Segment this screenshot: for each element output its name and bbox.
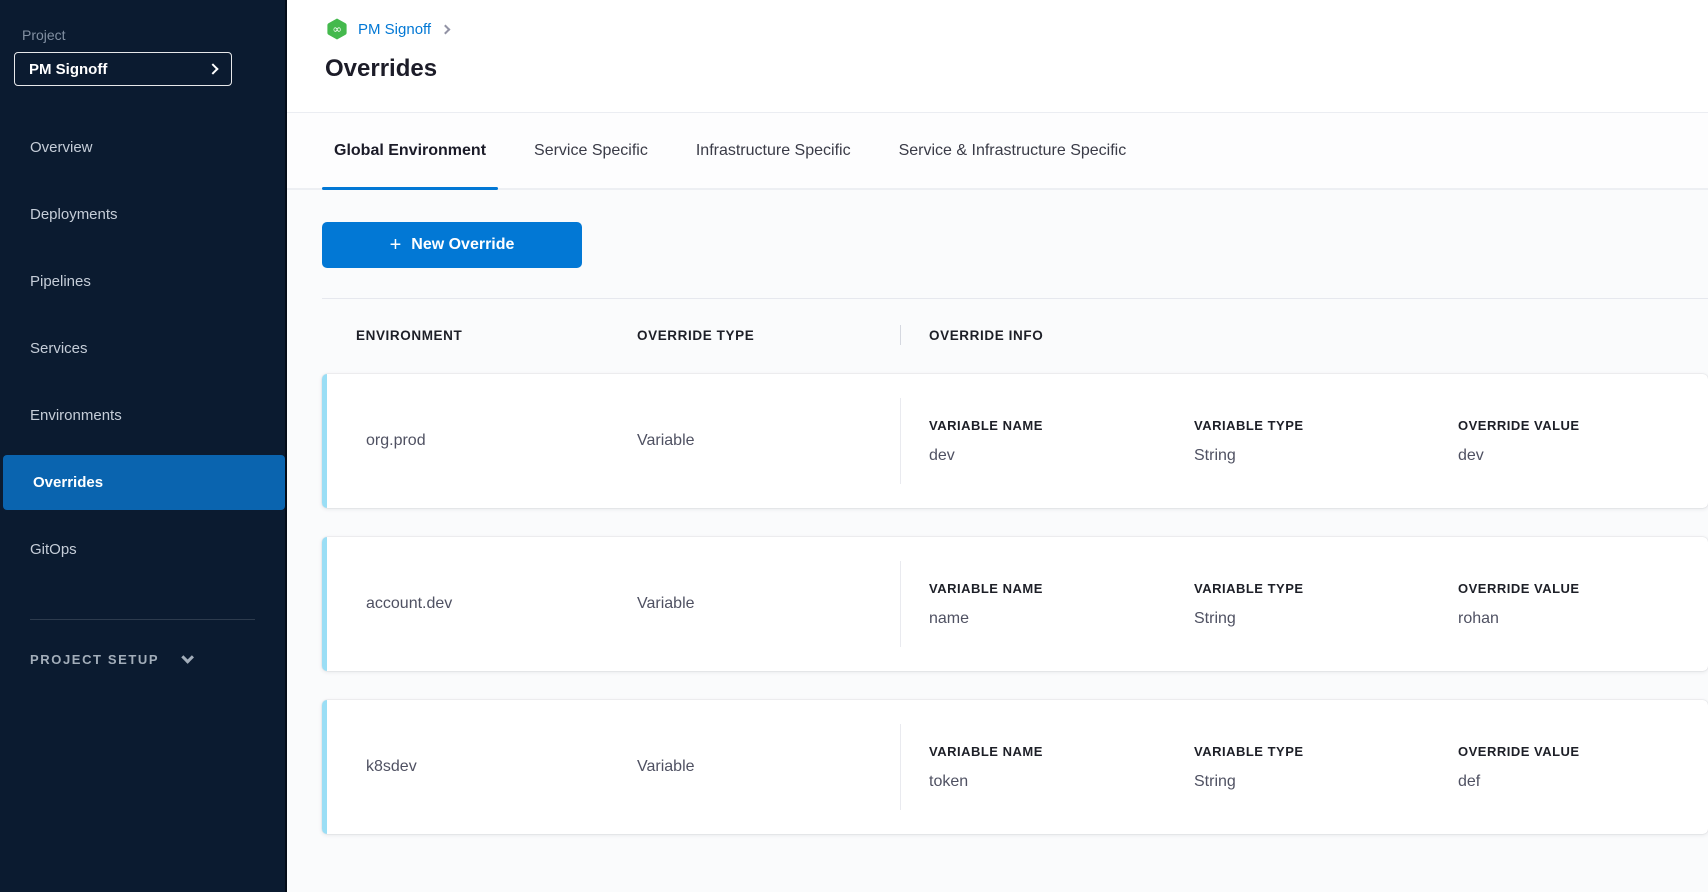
project-scope-label: Project [22, 27, 285, 43]
override-type-cell: Variable [637, 374, 900, 508]
app-window: Project PM Signoff Overview Deployments … [0, 0, 1708, 892]
sidebar-divider [30, 619, 255, 620]
sidebar-item-label: Overrides [33, 474, 103, 491]
sidebar-item-label: Services [30, 340, 88, 357]
column-header-override-type: OVERRIDE TYPE [637, 328, 900, 343]
cd-module-icon: ∞ [325, 17, 349, 41]
variable-name-label: VARIABLE NAME [929, 418, 1194, 433]
variable-type-cell: VARIABLE TYPE String [1194, 418, 1458, 465]
override-value-label: OVERRIDE VALUE [1458, 418, 1708, 433]
page-title: Overrides [325, 55, 1708, 83]
override-row[interactable]: k8sdev Variable VARIABLE NAME token VARI… [322, 700, 1708, 834]
svg-text:∞: ∞ [332, 22, 342, 36]
environment-cell: k8sdev [322, 700, 637, 834]
main-area: ∞ PM Signoff Overrides Global Environmen… [287, 0, 1708, 892]
environment-cell: org.prod [322, 374, 637, 508]
override-value-value: def [1458, 773, 1708, 791]
override-value-label: OVERRIDE VALUE [1458, 581, 1708, 596]
variable-type-value: String [1194, 773, 1458, 791]
tab-service-and-infrastructure-specific[interactable]: Service & Infrastructure Specific [887, 113, 1139, 188]
variable-type-cell: VARIABLE TYPE String [1194, 581, 1458, 628]
override-value-label: OVERRIDE VALUE [1458, 744, 1708, 759]
override-type-cell: Variable [637, 537, 900, 671]
project-sidebar: Project PM Signoff Overview Deployments … [0, 0, 287, 892]
sidebar-item-label: Pipelines [30, 273, 91, 290]
new-override-button[interactable]: + New Override [322, 222, 582, 268]
variable-name-label: VARIABLE NAME [929, 744, 1194, 759]
override-scope-tabs: Global Environment Service Specific Infr… [287, 113, 1708, 190]
project-setup-label: PROJECT SETUP [30, 652, 159, 667]
sidebar-nav: Overview Deployments Pipelines Services … [0, 120, 285, 577]
project-selector[interactable]: PM Signoff [14, 52, 232, 86]
plus-icon: + [390, 235, 402, 255]
tab-service-specific[interactable]: Service Specific [522, 113, 660, 188]
sidebar-item-services[interactable]: Services [0, 321, 285, 376]
sidebar-item-label: Deployments [30, 206, 118, 223]
override-row[interactable]: org.prod Variable VARIABLE NAME dev VARI… [322, 374, 1708, 508]
override-value-cell: OVERRIDE VALUE dev [1458, 418, 1708, 465]
tab-infrastructure-specific[interactable]: Infrastructure Specific [684, 113, 863, 188]
variable-name-value: token [929, 773, 1194, 791]
breadcrumb-project-link[interactable]: PM Signoff [358, 21, 431, 38]
sidebar-item-environments[interactable]: Environments [0, 388, 285, 443]
override-info-group: VARIABLE NAME dev VARIABLE TYPE String O… [900, 398, 1708, 484]
column-header-environment: ENVIRONMENT [322, 328, 637, 343]
variable-type-value: String [1194, 447, 1458, 465]
project-setup-toggle[interactable]: PROJECT SETUP [30, 652, 285, 667]
variable-name-value: name [929, 610, 1194, 628]
override-value-cell: OVERRIDE VALUE def [1458, 744, 1708, 791]
sidebar-item-overview[interactable]: Overview [0, 120, 285, 175]
content-divider [322, 298, 1708, 299]
sidebar-item-deployments[interactable]: Deployments [0, 187, 285, 242]
sidebar-item-label: Environments [30, 407, 122, 424]
project-selector-value: PM Signoff [29, 61, 107, 78]
variable-type-cell: VARIABLE TYPE String [1194, 744, 1458, 791]
overrides-table-header: ENVIRONMENT OVERRIDE TYPE OVERRIDE INFO [322, 325, 1708, 345]
variable-name-cell: VARIABLE NAME name [929, 581, 1194, 628]
overrides-content: + New Override ENVIRONMENT OVERRIDE TYPE… [287, 190, 1708, 892]
variable-name-label: VARIABLE NAME [929, 581, 1194, 596]
variable-type-value: String [1194, 610, 1458, 628]
sidebar-item-label: GitOps [30, 541, 77, 558]
variable-name-cell: VARIABLE NAME token [929, 744, 1194, 791]
sidebar-item-pipelines[interactable]: Pipelines [0, 254, 285, 309]
page-header: ∞ PM Signoff Overrides [287, 0, 1708, 113]
sidebar-item-label: Overview [30, 139, 93, 156]
override-info-group: VARIABLE NAME token VARIABLE TYPE String… [900, 724, 1708, 810]
environment-cell: account.dev [322, 537, 637, 671]
variable-type-label: VARIABLE TYPE [1194, 581, 1458, 596]
override-row[interactable]: account.dev Variable VARIABLE NAME name … [322, 537, 1708, 671]
variable-name-value: dev [929, 447, 1194, 465]
column-header-override-info: OVERRIDE INFO [900, 325, 1708, 345]
breadcrumb: ∞ PM Signoff [325, 16, 1708, 42]
sidebar-item-gitops[interactable]: GitOps [0, 522, 285, 577]
override-value-cell: OVERRIDE VALUE rohan [1458, 581, 1708, 628]
override-info-group: VARIABLE NAME name VARIABLE TYPE String … [900, 561, 1708, 647]
variable-name-cell: VARIABLE NAME dev [929, 418, 1194, 465]
breadcrumb-chevron-icon [441, 24, 451, 34]
chevron-right-icon [207, 63, 218, 74]
chevron-down-icon [181, 651, 194, 664]
sidebar-item-overrides[interactable]: Overrides [3, 455, 285, 510]
override-value-value: dev [1458, 447, 1708, 465]
override-type-cell: Variable [637, 700, 900, 834]
override-value-value: rohan [1458, 610, 1708, 628]
variable-type-label: VARIABLE TYPE [1194, 744, 1458, 759]
tab-global-environment[interactable]: Global Environment [322, 113, 498, 188]
variable-type-label: VARIABLE TYPE [1194, 418, 1458, 433]
new-override-button-label: New Override [411, 236, 514, 254]
